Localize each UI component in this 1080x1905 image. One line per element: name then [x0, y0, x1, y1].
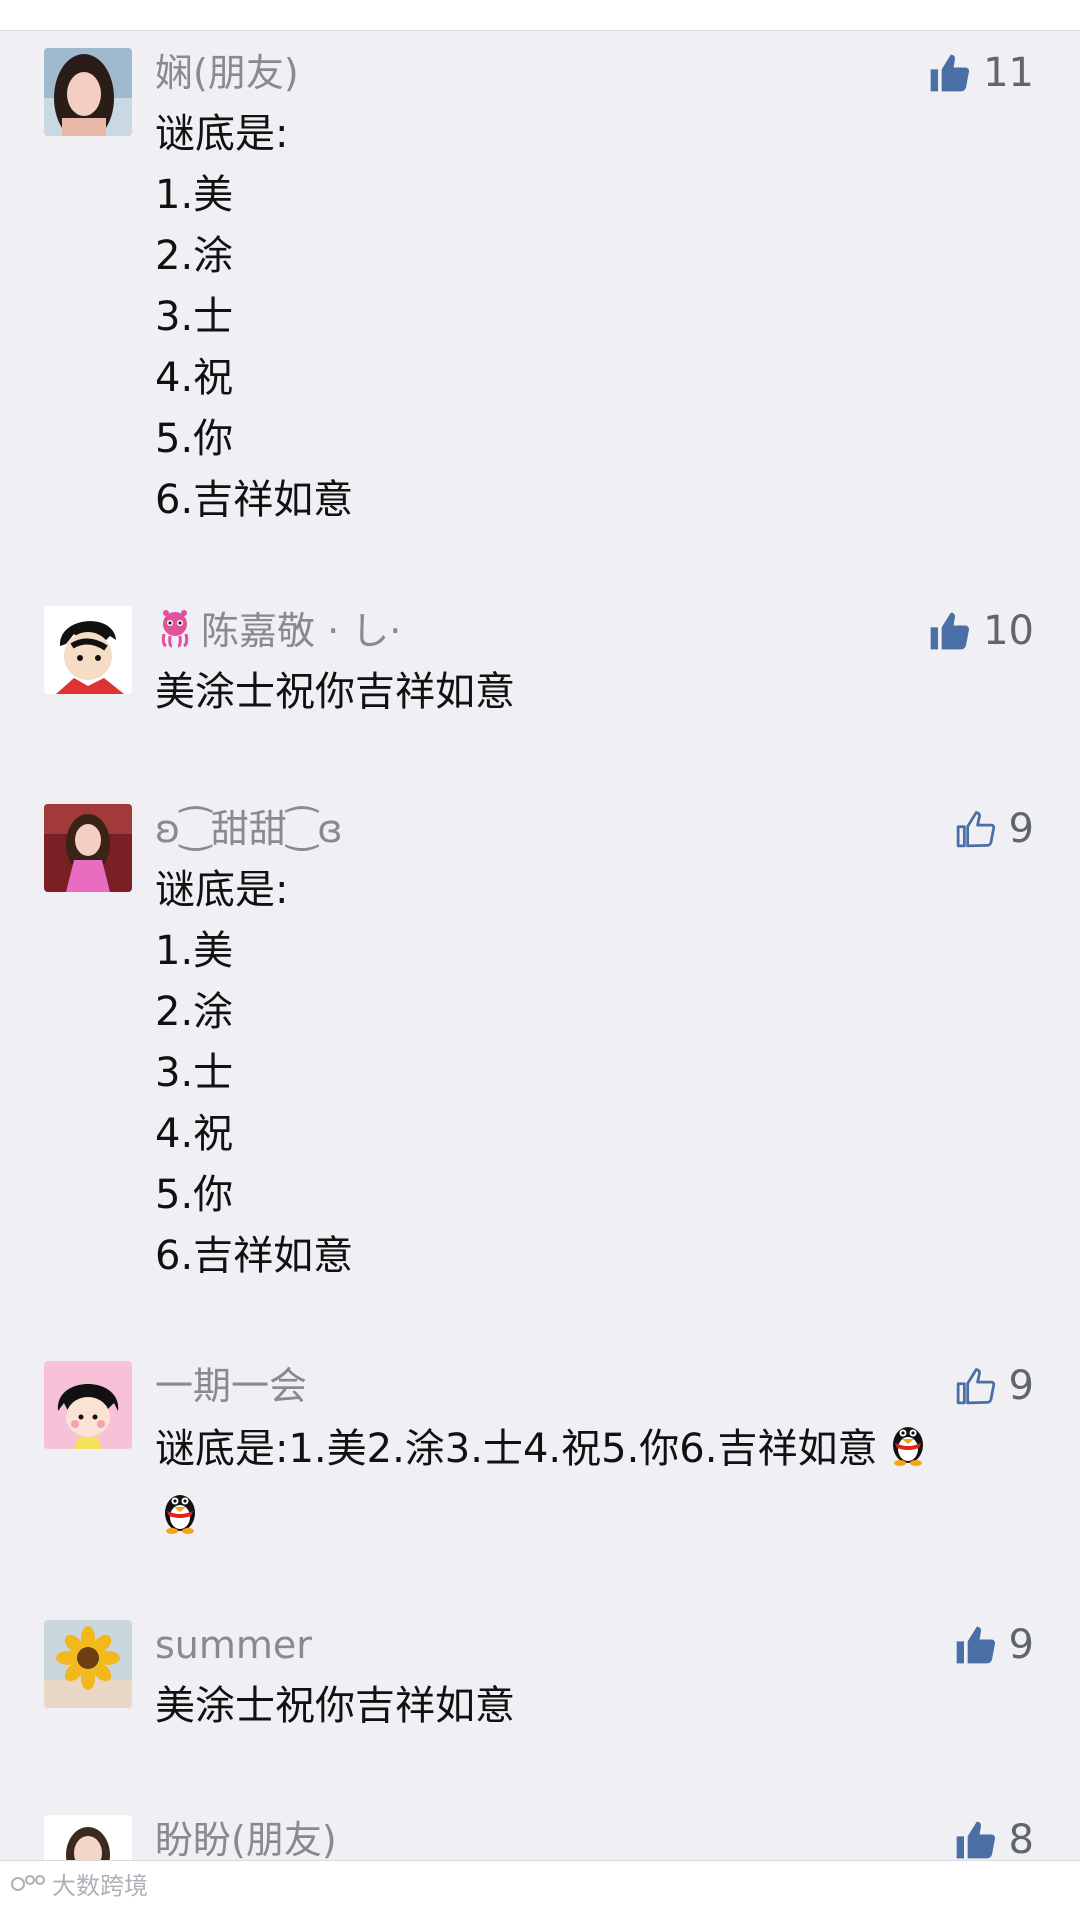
- comment-text: 谜底是: 1.美 2.涂 3.士 4.祝 5.你 6.吉祥如意: [155, 104, 1035, 531]
- avatar-photo-woman: [44, 48, 132, 136]
- avatar-cartoon-boy: [44, 606, 132, 694]
- thumbs-up-filled-icon: [956, 1626, 995, 1664]
- watermark: 大数跨境: [10, 1866, 148, 1901]
- commenter-name[interactable]: summer: [155, 1620, 312, 1670]
- qq-penguin-icon: [883, 1417, 933, 1485]
- comment-line-with-emoji: 谜底是:1.美2.涂3.士4.祝5.你6.吉祥如意: [155, 1417, 1035, 1485]
- avatar-photo-woman-2: [44, 1815, 132, 1860]
- comment-line: 1.美: [155, 928, 234, 974]
- thumbs-up-filled-icon: [956, 1821, 995, 1859]
- comment-line: 6.吉祥如意: [155, 477, 354, 523]
- comment-line: 6.吉祥如意: [155, 1233, 354, 1279]
- comment-feed[interactable]: 娴(朋友) 11 谜底是: 1.美 2.涂 3.士 4.祝 5.你 6.吉祥如意: [0, 30, 1080, 1860]
- qq-penguin-icon: [155, 1485, 205, 1553]
- thumbs-up-outline-icon: [956, 811, 995, 848]
- thumbs-up-outline-icon: [956, 1368, 995, 1405]
- comment-line: 谜底是:: [155, 111, 289, 157]
- comment-text: 美涂士祝你吉祥如意: [155, 662, 1035, 723]
- like-button[interactable]: 9: [953, 804, 1034, 854]
- like-count: 11: [983, 50, 1034, 96]
- emoji-line: [155, 1485, 1035, 1553]
- comment-text: 谜底是: 1.美 2.涂 3.士 4.祝 5.你 6.吉祥如意: [155, 860, 1035, 1287]
- comment-line: 4.祝: [155, 355, 234, 401]
- commenter-name[interactable]: 一期一会: [155, 1361, 307, 1411]
- avatar-cartoon-girl: [44, 1361, 132, 1449]
- comment-line: 美涂士祝你吉祥如意: [155, 1683, 515, 1729]
- avatar-photo-sunflower: [44, 1620, 132, 1708]
- avatar[interactable]: [44, 48, 132, 136]
- comment-item: 陈嘉敬 · し· 10 美涂士祝你吉祥如意: [0, 606, 1080, 746]
- commenter-name[interactable]: 娴(朋友): [155, 48, 299, 98]
- comment-item: summer 9 美涂士祝你吉祥如意: [0, 1620, 1080, 1760]
- thumbs-up-filled-icon: [930, 54, 970, 92]
- like-button[interactable]: 9: [953, 1361, 1034, 1411]
- avatar[interactable]: [44, 1815, 132, 1860]
- top-bar: [0, 0, 1080, 31]
- like-button[interactable]: 8: [953, 1815, 1034, 1860]
- like-count: 9: [1008, 1622, 1034, 1668]
- thumbs-up-filled-icon: [930, 612, 970, 650]
- comment-line: 美涂士祝你吉祥如意: [155, 669, 515, 715]
- comment-line: 2.涂: [155, 233, 234, 279]
- like-button[interactable]: 9: [953, 1620, 1034, 1670]
- comment-text: 美涂士祝你吉祥如意: [155, 1676, 1035, 1737]
- avatar-photo-girl-pink: [44, 804, 132, 892]
- avatar[interactable]: [44, 1361, 132, 1449]
- like-count: 9: [1008, 1363, 1034, 1409]
- watermark-logo-icon: [11, 1874, 45, 1891]
- commenter-name[interactable]: ʚ⁐甜甜⁐ɞ: [155, 804, 343, 854]
- comment-line: 5.你: [155, 1172, 234, 1218]
- comment-item: 一期一会 9 谜底是:1.美2.涂3.士4.祝5.你6.吉祥如意: [0, 1361, 1080, 1561]
- avatar[interactable]: [44, 1620, 132, 1708]
- comment-line: 2.涂: [155, 989, 234, 1035]
- commenter-name[interactable]: 盼盼(朋友): [155, 1815, 337, 1860]
- comment-item: 娴(朋友) 11 谜底是: 1.美 2.涂 3.士 4.祝 5.你 6.吉祥如意: [0, 48, 1080, 523]
- comment-item: 盼盼(朋友) 8: [0, 1815, 1080, 1860]
- comment-line: 3.士: [155, 1050, 234, 1096]
- comment-line: 谜底是:1.美2.涂3.士4.祝5.你6.吉祥如意: [155, 1426, 878, 1472]
- like-button[interactable]: 10: [927, 606, 1034, 656]
- comment-text: 谜底是:1.美2.涂3.士4.祝5.你6.吉祥如意: [155, 1417, 1035, 1553]
- like-count: 8: [1008, 1817, 1034, 1860]
- comment-line: 谜底是:: [155, 867, 289, 913]
- like-button[interactable]: 11: [927, 48, 1034, 98]
- like-count: 9: [1008, 806, 1034, 852]
- avatar[interactable]: [44, 804, 132, 892]
- bottom-bar: [0, 1860, 1080, 1905]
- commenter-name[interactable]: 陈嘉敬 · し·: [155, 606, 401, 660]
- watermark-text: 大数跨境: [52, 1872, 148, 1900]
- comment-line: 3.士: [155, 294, 234, 340]
- comment-line: 5.你: [155, 416, 234, 462]
- like-count: 10: [983, 608, 1034, 654]
- comment-line: 4.祝: [155, 1111, 234, 1157]
- comment-item: ʚ⁐甜甜⁐ɞ 9 谜底是: 1.美 2.涂 3.士 4.祝 5.你 6.吉祥如意: [0, 804, 1080, 1279]
- commenter-name-text: 陈嘉敬 · し·: [201, 609, 402, 653]
- comment-line: 1.美: [155, 172, 234, 218]
- pink-octopus-icon: [155, 608, 195, 660]
- avatar[interactable]: [44, 606, 132, 694]
